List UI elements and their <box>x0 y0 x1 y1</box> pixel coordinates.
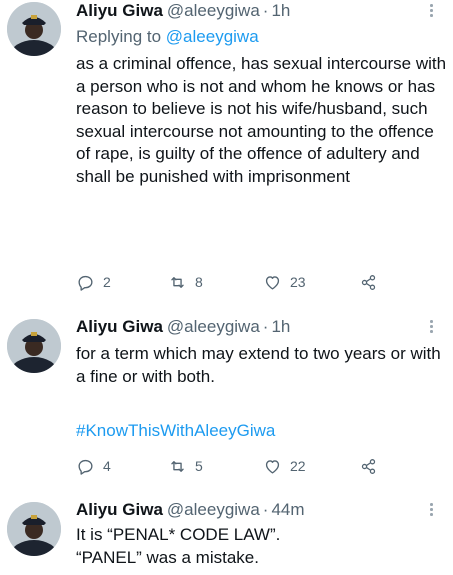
author-name[interactable]: Aliyu Giwa <box>76 1 163 20</box>
avatar-image <box>7 319 61 373</box>
avatar[interactable] <box>7 502 61 556</box>
retweet-button[interactable]: 5 <box>168 454 203 478</box>
tweet[interactable]: Aliyu Giwa @aleeygiwa · 1h for a term which… <box>0 314 453 489</box>
tweet-text: as a criminal offence, has sexual interc… <box>76 54 447 186</box>
like-button[interactable]: 23 <box>263 270 306 294</box>
share-button[interactable] <box>359 270 378 294</box>
share-button[interactable] <box>359 454 378 478</box>
avatar[interactable] <box>7 2 61 56</box>
author-name[interactable]: Aliyu Giwa <box>76 317 163 336</box>
separator-dot: · <box>262 500 269 519</box>
tweet-time[interactable]: 1h <box>271 1 290 20</box>
retweet-icon <box>171 276 184 288</box>
more-icon[interactable] <box>423 2 439 18</box>
tweet-actions: 4 5 22 <box>76 454 396 478</box>
heart-icon <box>265 275 280 290</box>
reply-button[interactable]: 4 <box>76 454 111 478</box>
avatar[interactable] <box>7 319 61 373</box>
retweet-count: 5 <box>195 457 203 474</box>
replying-to: Replying to @aleeygiwa <box>76 26 259 48</box>
reply-icon <box>78 275 93 291</box>
reply-count: 4 <box>103 457 111 474</box>
retweet-button[interactable]: 8 <box>168 270 203 294</box>
author-handle[interactable]: @aleeygiwa <box>167 500 260 519</box>
reply-button[interactable]: 2 <box>76 270 111 294</box>
author-handle[interactable]: @aleeygiwa <box>167 317 260 336</box>
tweet-text: for a term which may extend to two years… <box>76 344 441 386</box>
reply-count: 2 <box>103 273 111 290</box>
share-icon <box>361 458 376 474</box>
tweet-header: Aliyu Giwa @aleeygiwa · 1h <box>76 0 290 22</box>
like-button[interactable]: 22 <box>263 454 306 478</box>
separator-dot: · <box>262 1 269 20</box>
tweet-actions: 2 8 23 <box>76 270 396 294</box>
tweet-time[interactable]: 44m <box>271 500 304 519</box>
reply-icon <box>78 459 93 475</box>
separator-dot: · <box>262 317 269 336</box>
like-count: 22 <box>290 457 306 474</box>
avatar-image <box>7 502 61 556</box>
hashtag-link[interactable]: #KnowThisWithAleeyGiwa <box>76 420 275 442</box>
heart-icon <box>265 459 280 474</box>
more-icon[interactable] <box>423 501 439 517</box>
retweet-count: 8 <box>195 273 203 290</box>
tweet[interactable]: Aliyu Giwa @aleeygiwa · 44m It is “PENAL* C… <box>0 497 453 575</box>
tweet-text: It is “PENAL* CODE LAW”. “PANEL” was a m… <box>76 525 281 567</box>
author-name[interactable]: Aliyu Giwa <box>76 500 163 519</box>
replying-prefix: Replying to <box>76 27 162 46</box>
tweet[interactable]: Aliyu Giwa @aleeygiwa · 1h Replying to @ale… <box>0 0 453 300</box>
retweet-icon <box>171 460 184 472</box>
avatar-image <box>7 2 61 56</box>
more-icon[interactable] <box>423 318 439 334</box>
share-icon <box>361 274 376 290</box>
tweet-header: Aliyu Giwa @aleeygiwa · 44m <box>76 499 305 521</box>
author-handle[interactable]: @aleeygiwa <box>167 1 260 20</box>
like-count: 23 <box>290 273 306 290</box>
replying-mention[interactable]: @aleeygiwa <box>166 27 259 46</box>
tweet-time[interactable]: 1h <box>271 317 290 336</box>
tweet-header: Aliyu Giwa @aleeygiwa · 1h <box>76 316 290 338</box>
